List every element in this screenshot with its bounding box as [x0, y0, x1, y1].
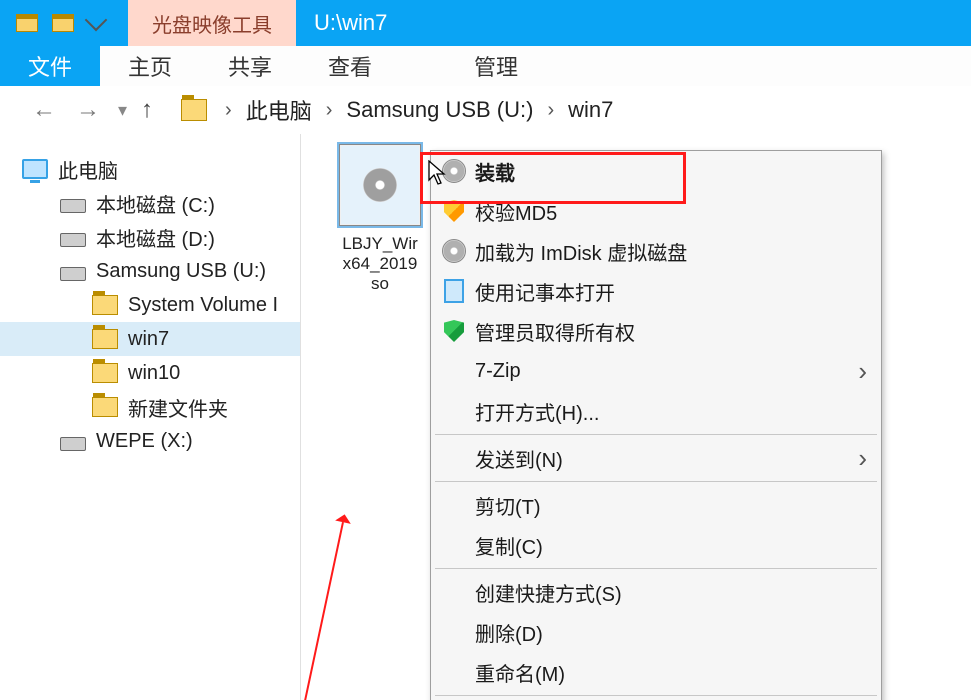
tree-drive-x[interactable]: WEPE (X:) — [0, 424, 300, 458]
up-button[interactable]: ↑ — [141, 96, 153, 124]
tree-drive-d[interactable]: 本地磁盘 (D:) — [0, 220, 300, 254]
folder-icon — [92, 295, 118, 315]
ctx-item-label: 校验MD5 — [475, 197, 557, 226]
tree-label: System Volume I — [128, 294, 278, 317]
tab-share[interactable]: 共享 — [200, 46, 300, 86]
ctx-item[interactable]: 打开方式(H)... — [431, 391, 881, 431]
ctx-item[interactable]: 使用记事本打开 — [431, 271, 881, 311]
ctx-item[interactable]: 删除(D) — [431, 612, 881, 652]
ctx-item-label: 复制(C) — [475, 531, 543, 560]
disc-icon — [442, 239, 466, 263]
drive-icon — [60, 199, 86, 213]
ctx-item-label: 使用记事本打开 — [475, 277, 615, 306]
tree-label: WEPE (X:) — [96, 430, 193, 453]
drive-icon — [60, 267, 86, 281]
pc-icon — [22, 159, 48, 179]
shield-g-icon — [444, 320, 464, 342]
tree-label: win10 — [128, 362, 180, 385]
history-dropdown-icon[interactable]: ▾ — [118, 100, 127, 121]
back-button[interactable]: ← — [32, 96, 56, 124]
ctx-item[interactable]: 校验MD5 — [431, 191, 881, 231]
nav-bar: ← → ▾ ↑ › 此电脑 › Samsung USB (U:) › win7 — [0, 86, 971, 135]
folder-icon — [92, 397, 118, 417]
tree-folder-win7[interactable]: win7 — [0, 322, 300, 356]
tree-label: 新建文件夹 — [128, 393, 228, 422]
ctx-item[interactable]: 重命名(M) — [431, 652, 881, 692]
ctx-item-label: 删除(D) — [475, 618, 543, 647]
ctx-item[interactable]: 装载 — [431, 151, 881, 191]
crumb-folder[interactable]: win7 — [568, 97, 613, 123]
iso-icon — [339, 144, 421, 226]
file-menu[interactable]: 文件 — [0, 46, 100, 86]
ctx-item[interactable]: 加载为 ImDisk 虚拟磁盘 — [431, 231, 881, 271]
nav-tree: 此电脑 本地磁盘 (C:) 本地磁盘 (D:) Samsung USB (U:)… — [0, 134, 301, 700]
ctx-item-label: 装载 — [475, 157, 515, 186]
drive-icon — [60, 437, 86, 451]
ctx-item-label: 剪切(T) — [475, 491, 541, 520]
qat — [0, 0, 128, 46]
tree-label: 本地磁盘 (C:) — [96, 189, 215, 218]
chevron-right-icon: › — [326, 99, 333, 122]
crumb-drive[interactable]: Samsung USB (U:) — [346, 97, 533, 123]
title-bar: 光盘映像工具 U:\win7 — [0, 0, 971, 46]
tree-this-pc[interactable]: 此电脑 — [0, 152, 300, 186]
crumb-this-pc[interactable]: 此电脑 — [246, 94, 312, 126]
tree-drive-u[interactable]: Samsung USB (U:) — [0, 254, 300, 288]
ctx-item-label: 管理员取得所有权 — [475, 317, 635, 346]
tab-view[interactable]: 查看 — [300, 46, 400, 86]
window-title: U:\win7 — [296, 0, 971, 46]
ribbon: 文件 主页 共享 查看 管理 — [0, 46, 971, 87]
context-menu: 装载校验MD5 加载为 ImDisk 虚拟磁盘使用记事本打开管理员取得所有权 7-Z… — [430, 150, 882, 700]
file-name: LBJY_Wir x64_2019 so — [330, 234, 430, 294]
tree-label: 此电脑 — [58, 155, 118, 184]
folder-icon — [92, 363, 118, 383]
disc-icon — [442, 159, 466, 183]
note-icon — [444, 279, 464, 303]
tree-folder[interactable]: win10 — [0, 356, 300, 390]
ctx-item-label: 打开方式(H)... — [475, 397, 599, 426]
path-folder-icon — [181, 99, 207, 121]
tree-drive-c[interactable]: 本地磁盘 (C:) — [0, 186, 300, 220]
tree-label: Samsung USB (U:) — [96, 260, 266, 283]
ctx-item-label: 7-Zip — [475, 360, 521, 383]
folder-icon[interactable] — [52, 14, 74, 32]
ctx-item[interactable]: 7-Zip — [431, 351, 881, 391]
ctx-item-label: 加载为 ImDisk 虚拟磁盘 — [475, 237, 687, 266]
tree-folder[interactable]: System Volume I — [0, 288, 300, 322]
contextual-tab-label: 光盘映像工具 — [128, 0, 296, 46]
drive-icon — [60, 233, 86, 247]
chevron-right-icon: › — [547, 99, 554, 122]
ctx-item[interactable]: 管理员取得所有权 — [431, 311, 881, 351]
shield-y-icon — [444, 200, 464, 222]
ctx-item[interactable]: 发送到(N) — [431, 438, 881, 478]
ctx-item-label: 重命名(M) — [475, 658, 565, 687]
qat-dropdown-icon[interactable] — [85, 9, 108, 32]
folder-icon[interactable] — [16, 14, 38, 32]
tab-home[interactable]: 主页 — [100, 46, 200, 86]
ctx-item[interactable]: 创建快捷方式(S) — [431, 572, 881, 612]
chevron-right-icon: › — [225, 99, 232, 122]
forward-button[interactable]: → — [76, 96, 100, 124]
ctx-item-label: 发送到(N) — [475, 444, 563, 473]
ctx-item[interactable]: 复制(C) — [431, 525, 881, 565]
tree-label: win7 — [128, 328, 169, 351]
ctx-item-label: 创建快捷方式(S) — [475, 578, 622, 607]
tree-label: 本地磁盘 (D:) — [96, 223, 215, 252]
file-item-iso[interactable]: LBJY_Wir x64_2019 so — [330, 144, 430, 294]
tree-folder[interactable]: 新建文件夹 — [0, 390, 300, 424]
folder-icon — [92, 329, 118, 349]
tab-manage[interactable]: 管理 — [412, 46, 580, 86]
ctx-item[interactable]: 剪切(T) — [431, 485, 881, 525]
